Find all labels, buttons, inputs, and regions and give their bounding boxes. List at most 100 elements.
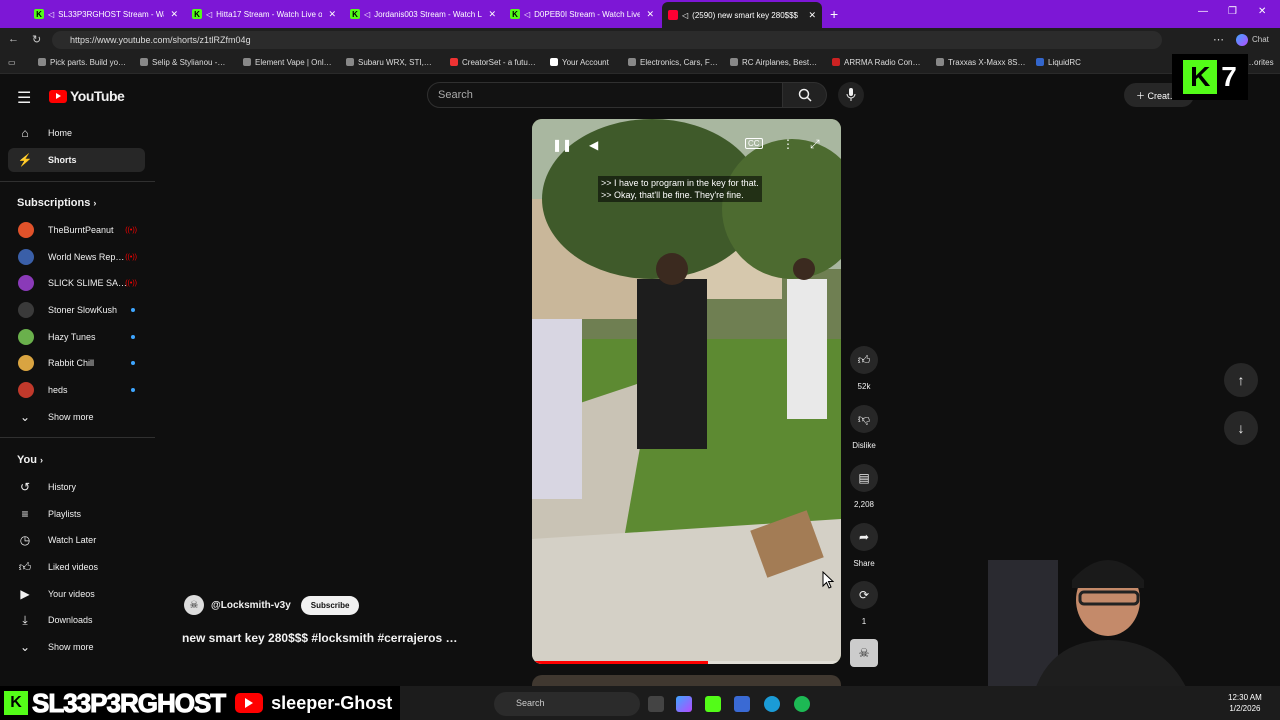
home-icon: ⌂	[21, 126, 29, 140]
playlists-icon: ≡	[21, 507, 29, 521]
more-options-icon[interactable]: ⋮	[782, 137, 794, 151]
like-button[interactable]: 👍︎ 52k	[850, 346, 878, 391]
mic-icon	[846, 88, 856, 101]
you-heading[interactable]: You ›	[17, 454, 43, 466]
pause-icon[interactable]: ❚❚	[552, 138, 572, 152]
avatar	[18, 249, 34, 265]
sidebar-item-history[interactable]: ↺ History	[8, 475, 145, 499]
close-tab-icon[interactable]: ✕	[488, 9, 496, 20]
channel-avatar-button[interactable]: ☠	[850, 639, 878, 667]
subscription-item[interactable]: SLICK SLIME SA… ((•))	[8, 271, 145, 295]
search-button[interactable]	[783, 82, 827, 108]
channel-name[interactable]: @Locksmith-v3y	[211, 600, 291, 611]
bookmark[interactable]: Your Account	[550, 58, 609, 67]
sidebar-item-shorts[interactable]: ⚡ Shorts	[8, 148, 145, 172]
reload-icon[interactable]: ↻	[32, 33, 41, 46]
subscription-item[interactable]: Stoner SlowKush	[8, 298, 145, 322]
back-icon[interactable]: ←	[8, 33, 19, 45]
show-more-button[interactable]: ⌄ Show more	[8, 405, 145, 429]
your-videos-icon: ▶	[20, 587, 30, 601]
browser-tab-strip: K◁SL33P3RGHOST Stream - Wat…✕ K◁Hitta17 …	[0, 0, 1280, 28]
bookmark[interactable]: Subaru WRX, STI,…	[346, 58, 432, 67]
bookmark[interactable]: Element Vape | Onl…	[243, 58, 332, 67]
browser-tab[interactable]: K ◁ Jordanis003 Stream - Watch L… ✕	[344, 4, 502, 24]
comments-button[interactable]: ▤ 2,208	[850, 464, 878, 509]
sidebar-item-home[interactable]: ⌂ Home	[8, 121, 145, 145]
avatar	[18, 302, 34, 318]
taskbar-search[interactable]: Search	[494, 692, 640, 716]
show-more-button[interactable]: ⌄ Show more	[8, 635, 145, 659]
more-icon[interactable]: ⋯	[1213, 33, 1224, 46]
copilot-icon[interactable]	[676, 696, 692, 712]
share-button[interactable]: ➦ Share	[850, 523, 878, 568]
captions-text: >> I have to program in the key for that…	[598, 176, 762, 202]
minimize-button[interactable]: —	[1198, 6, 1208, 17]
other-favorites[interactable]: …orites	[1246, 58, 1274, 67]
bookmark[interactable]: Traxxas X-Maxx 8S…	[936, 58, 1026, 67]
remix-button[interactable]: ⟳ 1	[850, 581, 878, 626]
short-title[interactable]: new smart key 280$$$ #locksmith #cerraje…	[182, 631, 458, 645]
search-input[interactable]: Search	[427, 82, 783, 108]
avatar	[18, 382, 34, 398]
subscriptions-heading[interactable]: Subscriptions ›	[17, 197, 96, 209]
subscription-item[interactable]: heds	[8, 378, 145, 402]
bookmark[interactable]: Electronics, Cars, F…	[628, 58, 718, 67]
copilot-icon[interactable]	[1236, 34, 1248, 46]
watch-later-icon: ◷	[19, 533, 31, 547]
sidebar-item-liked-videos[interactable]: 👍︎ Liked videos	[8, 555, 145, 579]
dislike-button[interactable]: 👎︎ Dislike	[850, 405, 878, 450]
sidebar-item-watch-later[interactable]: ◷ Watch Later	[8, 528, 145, 552]
browser-tab[interactable]: K ◁ Hitta17 Stream - Watch Live o… ✕	[186, 4, 342, 24]
close-tab-icon[interactable]: ✕	[646, 9, 654, 20]
sidebar-item-downloads[interactable]: ⤓ Downloads	[8, 608, 145, 632]
avatar	[18, 222, 34, 238]
channel-avatar[interactable]: ☠	[184, 595, 204, 615]
sidebar-item-playlists[interactable]: ≡ Playlists	[8, 502, 145, 526]
browser-tab[interactable]: K◁SL33P3RGHOST Stream - Wat…✕	[28, 4, 184, 24]
bookmark-icon	[38, 58, 46, 66]
volume-icon[interactable]: ◀	[589, 138, 598, 152]
previous-short-button[interactable]: ↑	[1224, 363, 1258, 397]
sidebar-toggle-icon[interactable]: ▭	[8, 58, 16, 67]
live-icon: ((•))	[125, 253, 137, 261]
spotify-icon[interactable]	[794, 696, 810, 712]
subscription-item[interactable]: Hazy Tunes	[8, 325, 145, 349]
bookmark[interactable]: Pick parts. Build yo…	[38, 58, 126, 67]
captions-icon[interactable]: CC	[745, 138, 763, 149]
video-progress-bar[interactable]	[532, 661, 841, 664]
bookmark[interactable]: ARRMA Radio Con…	[832, 58, 920, 67]
task-view-icon[interactable]	[648, 696, 664, 712]
like-icon: 👍︎	[850, 346, 878, 374]
subscription-item[interactable]: Rabbit Chill	[8, 351, 145, 375]
chat-button[interactable]: Chat	[1252, 35, 1269, 44]
sidebar-item-your-videos[interactable]: ▶ Your videos	[8, 582, 145, 606]
youtube-logo[interactable]: YouTube	[49, 88, 125, 104]
menu-icon[interactable]: ☰	[17, 88, 31, 108]
subscribe-button[interactable]: Subscribe	[300, 595, 360, 615]
url-field[interactable]: https://www.youtube.com/shorts/z1tlRZfm0…	[52, 31, 1162, 49]
close-tab-icon[interactable]: ✕	[328, 9, 336, 20]
app-icon[interactable]	[734, 696, 750, 712]
taskbar-clock[interactable]: 12:30 AM 1/2/2026	[1228, 692, 1262, 714]
bookmark[interactable]: RC Airplanes, Best…	[730, 58, 817, 67]
subscription-item[interactable]: TheBurntPeanut ((•))	[8, 218, 145, 242]
bookmark[interactable]: CreatorSet - a futu…	[450, 58, 536, 67]
bookmark-icon	[1036, 58, 1044, 66]
bookmark[interactable]: Selip & Stylianou -…	[140, 58, 225, 67]
kick-app-icon[interactable]	[705, 696, 721, 712]
subscription-item[interactable]: World News Rep… ((•))	[8, 245, 145, 269]
next-short-button[interactable]: ↓	[1224, 411, 1258, 445]
edge-icon[interactable]	[764, 696, 780, 712]
new-tab-button[interactable]: +	[830, 6, 838, 22]
browser-tab[interactable]: K ◁ D0PEB0I Stream - Watch Live ✕	[504, 4, 660, 24]
close-window-button[interactable]: ✕	[1258, 6, 1266, 17]
fullscreen-icon[interactable]: ⤢	[810, 137, 820, 152]
browser-tab-active[interactable]: ◁ (2590) new smart key 280$$$ ✕	[662, 2, 822, 28]
close-tab-icon[interactable]: ✕	[808, 10, 816, 21]
maximize-button[interactable]: ❐	[1228, 6, 1237, 17]
close-tab-icon[interactable]: ✕	[170, 9, 178, 20]
mouse-cursor-icon	[822, 571, 834, 589]
voice-search-button[interactable]	[838, 82, 864, 108]
bookmark[interactable]: LiquidRC	[1036, 58, 1081, 67]
kick-viewer-badge: K7	[1172, 54, 1248, 100]
